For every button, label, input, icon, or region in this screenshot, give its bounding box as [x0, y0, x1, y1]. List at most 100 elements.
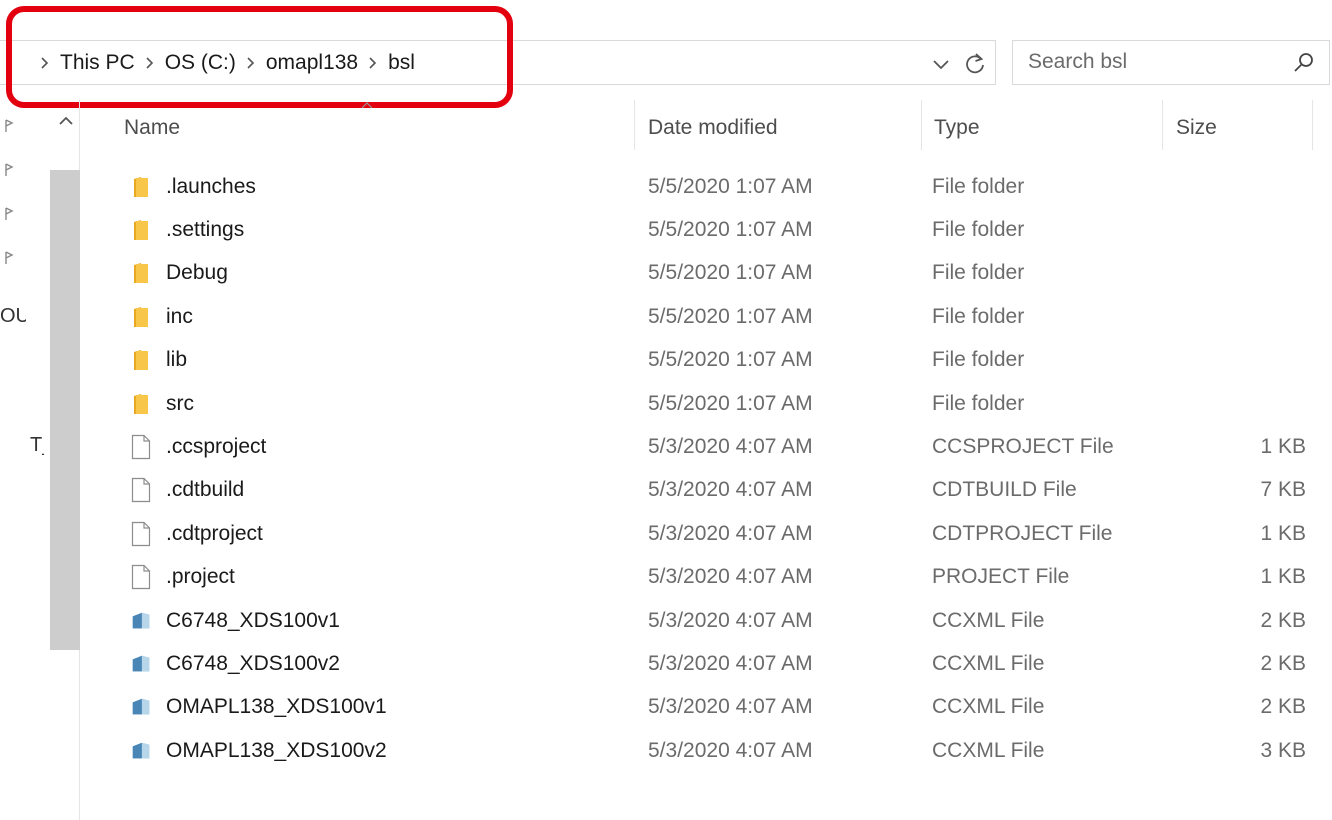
file-row[interactable]: src 5/5/2020 1:07 AM File folder: [90, 382, 1330, 425]
chevron-right-icon[interactable]: [246, 56, 256, 70]
file-type: File folder: [932, 174, 1025, 198]
chevron-right-icon[interactable]: [145, 56, 155, 70]
file-row[interactable]: .ccsproject 5/3/2020 4:07 AM CCSPROJECT Fi…: [90, 425, 1330, 468]
breadcrumb: This PC OS (C:) omapl138 bsl: [30, 48, 415, 78]
file-row[interactable]: OMAPL138_XDS100v1 5/3/2020 4:07 AM CCXML F…: [90, 686, 1330, 729]
pin-icon: [2, 118, 18, 134]
nav-scrollbar-thumb[interactable]: [50, 170, 80, 650]
file-date-modified: 5/3/2020 4:07 AM: [648, 565, 813, 589]
chevron-right-icon[interactable]: [40, 56, 50, 70]
ccxml-file-icon: [130, 738, 152, 764]
file-name: inc: [166, 304, 193, 328]
file-type: File folder: [932, 304, 1025, 328]
column-divider[interactable]: [634, 100, 635, 150]
chevron-right-icon[interactable]: [368, 56, 378, 70]
column-divider[interactable]: [1312, 100, 1313, 150]
file-name-cell[interactable]: .settings: [130, 208, 244, 251]
column-divider[interactable]: [1162, 100, 1163, 150]
column-header-size[interactable]: Size: [1176, 112, 1217, 144]
breadcrumb-item-this-pc[interactable]: This PC: [60, 51, 135, 75]
file-name-cell[interactable]: .launches: [130, 165, 256, 208]
file-name-cell[interactable]: .ccsproject: [130, 425, 266, 468]
chevron-down-icon[interactable]: [930, 53, 952, 75]
file-size: 2 KB: [1260, 695, 1306, 719]
file-explorer-window: This PC OS (C:) omapl138 bsl Search bsl: [0, 0, 1332, 820]
breadcrumb-item-os-c[interactable]: OS (C:): [165, 51, 236, 75]
file-name: OMAPL138_XDS100v1: [166, 695, 387, 719]
folder-icon: [130, 304, 152, 330]
refresh-icon[interactable]: [962, 51, 988, 77]
file-row[interactable]: .launches 5/5/2020 1:07 AM File folder: [90, 165, 1330, 208]
file-name: .settings: [166, 217, 245, 241]
file-name: OMAPL138_XDS100v2: [166, 738, 387, 762]
ccxml-file-icon: [130, 608, 152, 634]
file-date-modified: 5/3/2020 4:07 AM: [648, 521, 813, 545]
file-name: C6748_XDS100v1: [166, 608, 340, 632]
file-type: File folder: [932, 217, 1025, 241]
search-placeholder: Search bsl: [1028, 50, 1128, 73]
column-header-date[interactable]: Date modified: [648, 112, 778, 144]
file-type: PROJECT File: [932, 565, 1070, 589]
file-type: File folder: [932, 261, 1025, 285]
file-name: lib: [166, 348, 188, 372]
file-type: CDTBUILD File: [932, 478, 1077, 502]
file-name-cell[interactable]: .cdtproject: [130, 512, 263, 555]
file-name-cell[interactable]: .project: [130, 556, 235, 599]
file-type: CCXML File: [932, 695, 1045, 719]
file-name-cell[interactable]: lib: [130, 339, 187, 382]
file-name: src: [166, 391, 194, 415]
folder-icon: [130, 174, 152, 200]
file-name-cell[interactable]: .cdtbuild: [130, 469, 244, 512]
file-name: .cdtproject: [166, 521, 263, 545]
nav-item-fragment[interactable]: OU: [0, 305, 26, 328]
file-size: 1 KB: [1260, 565, 1306, 589]
folder-icon: [130, 347, 152, 373]
file-name-cell[interactable]: inc: [130, 295, 193, 338]
pin-icon: [2, 162, 18, 178]
file-row[interactable]: .settings 5/5/2020 1:07 AM File folder: [90, 208, 1330, 251]
file-row[interactable]: .cdtproject 5/3/2020 4:07 AM CDTPROJECT Fi…: [90, 512, 1330, 555]
breadcrumb-item-omapl138[interactable]: omapl138: [266, 51, 358, 75]
file-row[interactable]: .cdtbuild 5/3/2020 4:07 AM CDTBUILD File 7 …: [90, 469, 1330, 512]
file-name-cell[interactable]: OMAPL138_XDS100v1: [130, 686, 387, 729]
file-name-cell[interactable]: C6748_XDS100v1: [130, 599, 340, 642]
file-name: .launches: [166, 174, 256, 198]
file-date-modified: 5/5/2020 1:07 AM: [648, 217, 813, 241]
file-row[interactable]: OMAPL138_XDS100v2 5/3/2020 4:07 AM CCXML F…: [90, 729, 1330, 772]
file-size: 3 KB: [1260, 738, 1306, 762]
file-size: 2 KB: [1260, 608, 1306, 632]
file-date-modified: 5/3/2020 4:07 AM: [648, 695, 813, 719]
breadcrumb-item-bsl[interactable]: bsl: [388, 51, 415, 75]
file-name-cell[interactable]: C6748_XDS100v2: [130, 642, 340, 685]
file-type: File folder: [932, 391, 1025, 415]
file-date-modified: 5/3/2020 4:07 AM: [648, 478, 813, 502]
file-type: CCSPROJECT File: [932, 434, 1114, 458]
column-header-name[interactable]: Name: [124, 112, 180, 144]
ccxml-file-icon: [130, 651, 152, 677]
nav-item-fragment[interactable]: T_: [30, 434, 44, 457]
ccxml-file-icon: [130, 694, 152, 720]
file-row[interactable]: Debug 5/5/2020 1:07 AM File folder: [90, 252, 1330, 295]
file-name-cell[interactable]: OMAPL138_XDS100v2: [130, 729, 387, 772]
file-row[interactable]: lib 5/5/2020 1:07 AM File folder: [90, 339, 1330, 382]
file-date-modified: 5/5/2020 1:07 AM: [648, 304, 813, 328]
file-row[interactable]: C6748_XDS100v1 5/3/2020 4:07 AM CCXML File…: [90, 599, 1330, 642]
file-row[interactable]: .project 5/3/2020 4:07 AM PROJECT File 1 KB: [90, 556, 1330, 599]
file-row[interactable]: inc 5/5/2020 1:07 AM File folder: [90, 295, 1330, 338]
search-icon[interactable]: [1292, 51, 1316, 75]
file-name: .ccsproject: [166, 434, 267, 458]
file-icon: [130, 521, 152, 547]
file-size: 7 KB: [1260, 478, 1306, 502]
scroll-up-icon[interactable]: [57, 112, 75, 130]
file-name-cell[interactable]: src: [130, 382, 194, 425]
file-name: C6748_XDS100v2: [166, 651, 340, 675]
column-header-type[interactable]: Type: [934, 112, 980, 144]
column-divider[interactable]: [921, 100, 922, 150]
file-type: CCXML File: [932, 738, 1045, 762]
file-name-cell[interactable]: Debug: [130, 252, 228, 295]
file-date-modified: 5/3/2020 4:07 AM: [648, 608, 813, 632]
file-date-modified: 5/5/2020 1:07 AM: [648, 261, 813, 285]
file-row[interactable]: C6748_XDS100v2 5/3/2020 4:07 AM CCXML File…: [90, 642, 1330, 685]
pin-icon: [2, 206, 18, 222]
file-date-modified: 5/5/2020 1:07 AM: [648, 348, 813, 372]
